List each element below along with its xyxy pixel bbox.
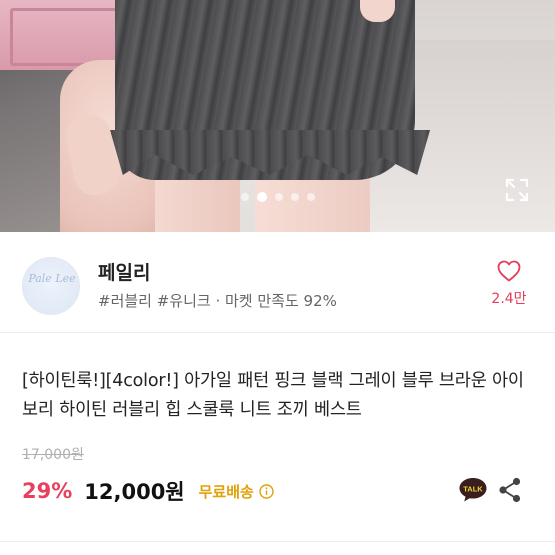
expand-icon[interactable] [503, 176, 531, 204]
product-image-gallery[interactable] [0, 0, 555, 232]
gallery-pagination [0, 192, 555, 202]
gallery-dot[interactable] [256, 192, 267, 202]
gallery-dot[interactable] [306, 193, 315, 201]
free-shipping-label: 무료배송 [198, 482, 254, 501]
gallery-dot[interactable] [290, 193, 299, 201]
like-count: 2.4만 [491, 291, 527, 307]
like-button[interactable]: 2.4만 [485, 260, 533, 308]
heart-icon [497, 260, 521, 282]
discount-rate: 29% [22, 479, 73, 503]
talk-label: TALK [463, 485, 483, 494]
gallery-dot[interactable] [274, 193, 283, 201]
product-title: [하이틴룩!][4color!] 아가일 패턴 핑크 블랙 그레이 블루 브라운… [22, 371, 524, 420]
seller-info[interactable]: Pale Lee 페일리 #러블리 #유니크 · 마켓 만족도 92% 2.4만 [0, 232, 555, 333]
kakaotalk-button[interactable]: TALK [458, 476, 488, 503]
share-icon[interactable] [498, 477, 522, 503]
seller-name[interactable]: 페일리 [98, 258, 150, 285]
sale-price: 12,000원 [84, 480, 185, 504]
gallery-dot[interactable] [240, 193, 249, 201]
seller-avatar[interactable]: Pale Lee [22, 257, 80, 315]
price-row: 29% 12,000원 무료배송 [22, 476, 274, 506]
seller-tags: #러블리 #유니크 · 마켓 만족도 92% [98, 292, 337, 310]
info-icon[interactable] [259, 483, 274, 499]
original-price: 17,000원 [22, 447, 84, 463]
divider [0, 541, 555, 542]
avatar-logo-text: Pale Lee [28, 272, 76, 285]
